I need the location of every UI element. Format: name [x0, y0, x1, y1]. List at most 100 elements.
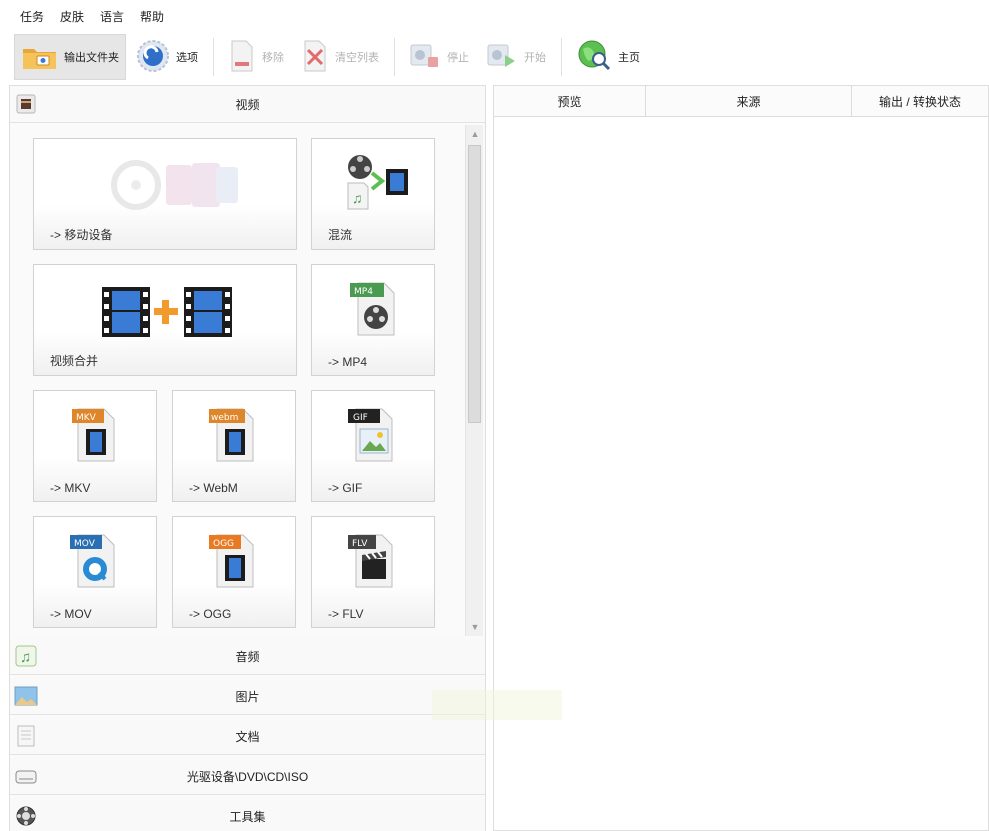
- mkv-file-icon: MKV: [72, 408, 115, 462]
- folder-icon: [21, 41, 59, 74]
- tile-mux[interactable]: ♫ 混流: [311, 138, 435, 250]
- gif-file-icon: GIF: [348, 408, 393, 462]
- svg-text:♫: ♫: [20, 649, 31, 666]
- tile-flv-label: -> FLV: [328, 607, 364, 621]
- column-preview[interactable]: 预览: [494, 86, 646, 116]
- picture-category-label: 图片: [235, 689, 260, 704]
- webm-file-icon: webm: [209, 408, 254, 462]
- tile-mov[interactable]: MOV -> MOV: [33, 516, 157, 628]
- stop-button[interactable]: 停止: [401, 34, 476, 80]
- music-note-icon: ♫: [14, 644, 38, 668]
- clear-list-label: 清空列表: [335, 52, 379, 64]
- start-button[interactable]: 开始: [478, 34, 553, 80]
- column-source[interactable]: 来源: [646, 86, 852, 116]
- audio-category-header[interactable]: ♫ 音频: [10, 638, 485, 675]
- remove-label: 移除: [262, 52, 284, 64]
- menu-bar: 任务 皮肤 语言 帮助: [0, 0, 989, 32]
- flv-badge: FLV: [352, 539, 368, 549]
- mp4-badge: MP4: [354, 287, 373, 297]
- clear-list-button[interactable]: 清空列表: [293, 34, 386, 80]
- stop-icon: [408, 39, 442, 76]
- scroll-down-arrow-icon[interactable]: ▼: [467, 619, 483, 635]
- task-list-body[interactable]: [494, 118, 988, 830]
- menu-task[interactable]: 任务: [20, 8, 44, 25]
- menu-language[interactable]: 语言: [100, 8, 124, 25]
- tile-ogg[interactable]: OGG -> OGG: [172, 516, 296, 628]
- disc-drive-icon: [14, 764, 38, 788]
- video-category-header[interactable]: 视频: [10, 86, 485, 123]
- tools-category-label: 工具集: [229, 810, 266, 824]
- start-icon: [485, 39, 519, 76]
- mov-badge: MOV: [74, 539, 96, 549]
- toolbar-divider: [394, 38, 395, 76]
- video-merge-icon: [102, 287, 232, 337]
- options-label: 选项: [176, 52, 198, 64]
- picture-icon: [14, 684, 38, 708]
- tiles-scrollbar[interactable]: ▲ ▼: [465, 125, 483, 636]
- menu-help[interactable]: 帮助: [140, 8, 164, 25]
- video-tiles-grid: -> 移动设备 ♫ 混流 视频合并 MP4 -> MP4 MKV -> MKV …: [10, 124, 470, 636]
- column-output-status[interactable]: 输出 / 转换状态: [852, 86, 988, 116]
- toolbar-divider: [213, 38, 214, 76]
- tile-mobile-label: -> 移动设备: [50, 228, 113, 242]
- tile-ogg-label: -> OGG: [189, 607, 232, 621]
- mux-icon: ♫: [347, 155, 408, 210]
- home-globe-icon: [575, 37, 613, 78]
- start-label: 开始: [524, 52, 546, 64]
- tile-merge-label: 视频合并: [50, 354, 99, 368]
- tile-webm-label: -> WebM: [189, 481, 238, 495]
- ogg-badge: OGG: [213, 539, 234, 549]
- audio-category-label: 音频: [235, 649, 260, 664]
- tile-mp4[interactable]: MP4 -> MP4: [311, 264, 435, 376]
- scroll-up-arrow-icon[interactable]: ▲: [467, 126, 483, 142]
- document-category-header[interactable]: 文档: [10, 718, 485, 755]
- stop-label: 停止: [447, 52, 469, 64]
- video-film-icon: [14, 92, 38, 116]
- tile-mov-label: -> MOV: [50, 607, 92, 621]
- task-list-panel: 预览 来源 输出 / 转换状态: [493, 85, 989, 831]
- webm-badge: webm: [211, 413, 238, 423]
- tile-gif-label: -> GIF: [328, 481, 363, 495]
- mov-file-icon: MOV: [70, 534, 115, 588]
- ogg-file-icon: OGG: [209, 534, 254, 588]
- tile-flv[interactable]: FLV -> FLV: [311, 516, 435, 628]
- output-folder-label: 输出文件夹: [64, 52, 119, 64]
- options-gear-icon: [135, 38, 171, 77]
- mkv-badge: MKV: [76, 413, 97, 423]
- mp4-file-icon: MP4: [350, 282, 395, 336]
- task-list-header: 预览 来源 输出 / 转换状态: [494, 86, 988, 117]
- video-category-label: 视频: [235, 97, 260, 112]
- gif-badge: GIF: [353, 413, 368, 423]
- tile-webm[interactable]: webm -> WebM: [172, 390, 296, 502]
- toolbar-divider: [561, 38, 562, 76]
- tools-category-header[interactable]: 工具集: [10, 798, 485, 831]
- toolbar: 输出文件夹 选项 移除 清空列表 停止 开始 主页: [0, 33, 989, 81]
- menu-skin[interactable]: 皮肤: [60, 8, 84, 25]
- disc-category-label: 光驱设备\DVD\CD\ISO: [186, 769, 309, 784]
- flv-file-icon: FLV: [348, 534, 393, 588]
- svg-text:♫: ♫: [352, 190, 363, 206]
- tile-video-merge[interactable]: 视频合并: [33, 264, 297, 376]
- disc-category-header[interactable]: 光驱设备\DVD\CD\ISO: [10, 758, 485, 795]
- mobile-device-icon: [111, 160, 238, 210]
- scrollbar-thumb[interactable]: [468, 145, 481, 423]
- tile-mp4-label: -> MP4: [328, 355, 368, 369]
- tile-gif[interactable]: GIF -> GIF: [311, 390, 435, 502]
- clear-list-icon: [300, 38, 330, 77]
- category-panel: 视频 -> 移动设备 ♫ 混流 视频合并 MP4 -> MP4 MKV -> M…: [9, 85, 486, 831]
- tile-mux-label: 混流: [328, 228, 353, 242]
- remove-file-icon: [227, 38, 257, 77]
- picture-category-header[interactable]: 图片: [10, 678, 485, 715]
- remove-button[interactable]: 移除: [220, 34, 291, 80]
- home-button[interactable]: 主页: [568, 34, 647, 80]
- home-label: 主页: [618, 52, 640, 64]
- faint-watermark: [432, 690, 562, 720]
- output-folder-button[interactable]: 输出文件夹: [14, 34, 126, 80]
- document-category-label: 文档: [235, 729, 260, 744]
- tile-mobile-device[interactable]: -> 移动设备: [33, 138, 297, 250]
- options-button[interactable]: 选项: [128, 34, 205, 80]
- tile-mkv[interactable]: MKV -> MKV: [33, 390, 157, 502]
- document-icon: [14, 724, 38, 748]
- tools-icon: [14, 804, 38, 828]
- tile-mkv-label: -> MKV: [50, 481, 91, 495]
